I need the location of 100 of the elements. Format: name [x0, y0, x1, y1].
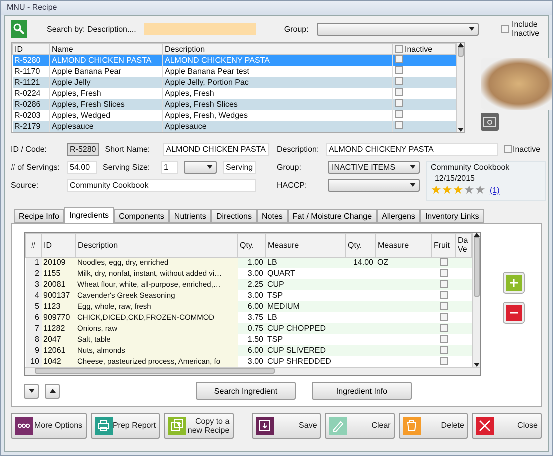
- table-cell: 909770: [42, 312, 76, 323]
- scrollbar-thumb[interactable]: [458, 47, 464, 57]
- action-button[interactable]: Clear: [325, 412, 395, 438]
- action-button[interactable]: More Options: [11, 412, 87, 438]
- tab[interactable]: Ingredients: [64, 206, 114, 222]
- column-header[interactable]: Name: [50, 44, 162, 54]
- description-label: Description:: [276, 144, 320, 154]
- servings-field[interactable]: 54.00: [67, 160, 97, 174]
- table-cell: 3: [26, 279, 42, 290]
- haccp-dropdown[interactable]: [328, 178, 420, 192]
- table-cell: QUART: [266, 268, 346, 279]
- search-ingredient-button[interactable]: Search Ingredient: [196, 382, 296, 400]
- column-header[interactable]: Description: [162, 44, 392, 54]
- serving-unit-field[interactable]: Serving: [223, 160, 256, 174]
- table-cell: 11282: [42, 323, 76, 334]
- tab[interactable]: Notes: [257, 208, 288, 222]
- description-field[interactable]: ALMOND CHICKENY PASTA: [326, 142, 498, 156]
- table-cell: 6: [26, 312, 42, 323]
- table-cell: 2: [26, 268, 42, 279]
- tab[interactable]: Allergens: [377, 208, 420, 222]
- short-name-field[interactable]: ALMOND CHICKEN PASTA: [163, 142, 269, 156]
- scrollbar[interactable]: [456, 43, 464, 132]
- caret-down-icon: [410, 183, 416, 187]
- action-button[interactable]: Prep Report: [90, 412, 160, 438]
- scrollbar[interactable]: [25, 367, 480, 375]
- table-cell: 3.00: [238, 356, 266, 367]
- fruit-checkbox[interactable]: [440, 290, 448, 298]
- scrollbar[interactable]: [472, 232, 480, 367]
- column-header[interactable]: #: [26, 233, 42, 257]
- rating-count-link[interactable]: (1): [490, 186, 500, 194]
- action-button[interactable]: Delete: [398, 412, 468, 438]
- table-cell: R-0224: [12, 88, 50, 98]
- column-header[interactable]: Measure: [376, 233, 432, 257]
- add-button[interactable]: [503, 272, 525, 294]
- table-cell: Apple Banana Pear: [50, 66, 162, 76]
- table-cell: CUP: [266, 279, 346, 290]
- recipe-row[interactable]: R-0224 Apples, Fresh Apples, Fresh: [12, 88, 456, 98]
- scrollbar-thumb[interactable]: [35, 368, 275, 374]
- tab[interactable]: Inventory Links: [420, 208, 484, 222]
- camera-button[interactable]: [481, 113, 499, 131]
- recipe-row[interactable]: R-0286 Apples, Fresh Slices Apples, Fresh Slices: [12, 98, 456, 110]
- fruit-checkbox[interactable]: [440, 324, 448, 332]
- column-header[interactable]: ID: [12, 44, 50, 54]
- caret-down-icon: [410, 165, 416, 169]
- group-dropdown[interactable]: [316, 22, 479, 36]
- trash-icon: [402, 416, 421, 434]
- table-cell: 1155: [42, 268, 76, 279]
- action-button[interactable]: Copy to a new Recipe: [164, 412, 234, 438]
- table-cell: ALMOND CHICKEN PASTA: [50, 54, 162, 66]
- column-header[interactable]: Qty.: [346, 233, 376, 257]
- caret-down-icon: [458, 128, 464, 132]
- search-button[interactable]: [11, 20, 27, 38]
- table-cell: Apple Banana Pear test: [162, 66, 392, 76]
- action-button[interactable]: Save: [252, 412, 322, 438]
- column-header[interactable]: Fruit: [432, 233, 456, 257]
- fruit-checkbox[interactable]: [440, 268, 448, 276]
- source-field[interactable]: Community Cookbook: [67, 178, 256, 192]
- tab[interactable]: Directions: [211, 208, 258, 222]
- recipe-row[interactable]: R-0203 Apples, Wedged Apples, Fresh, Wedges: [12, 110, 456, 120]
- column-header[interactable]: Da Ve: [456, 233, 472, 257]
- move-up-button[interactable]: [45, 384, 60, 398]
- move-down-button[interactable]: [24, 384, 39, 398]
- inactive-label: Inactive: [512, 144, 541, 154]
- remove-button[interactable]: [503, 302, 525, 324]
- table-cell: 9: [26, 345, 42, 356]
- table-cell: Apples, Fresh, Wedges: [162, 110, 392, 120]
- rating-date: 12/15/2015: [434, 174, 476, 182]
- serving-size-field[interactable]: 1: [161, 160, 178, 174]
- search-field[interactable]: [144, 23, 256, 35]
- column-header[interactable]: Measure: [266, 233, 346, 257]
- recipe-row[interactable]: R-2179 Applesauce Applesauce: [12, 120, 456, 132]
- recipe-row[interactable]: R-1170 Apple Banana Pear Apple Banana Pear test: [12, 66, 456, 76]
- table-cell: 20081: [42, 279, 76, 290]
- ingredient-info-button[interactable]: Ingredient Info: [312, 382, 412, 400]
- tab[interactable]: Components: [114, 208, 170, 222]
- fruit-checkbox[interactable]: [440, 346, 448, 354]
- table-cell: Apples, Fresh Slices: [50, 98, 162, 110]
- table-cell: R-0203: [12, 110, 50, 120]
- table-cell: LB: [266, 257, 346, 268]
- tab[interactable]: Fat / Moisture Change: [288, 208, 378, 222]
- short-name-label: Short Name:: [105, 144, 152, 154]
- save-icon: [256, 416, 274, 434]
- tab[interactable]: Recipe Info: [14, 208, 64, 222]
- column-header[interactable]: Description: [76, 233, 238, 257]
- fruit-checkbox[interactable]: [440, 302, 448, 310]
- recipe-row[interactable]: R-1121 Apple Jelly Apple Jelly, Portion Pac: [12, 76, 456, 88]
- checkbox[interactable]: [395, 45, 403, 53]
- group-dropdown[interactable]: INACTIVE ITEMS: [328, 160, 420, 174]
- fruit-checkbox[interactable]: [440, 356, 448, 364]
- table-cell: 900137: [42, 290, 76, 301]
- column-header[interactable]: ID: [42, 233, 76, 257]
- column-header[interactable]: Inactive: [392, 44, 456, 54]
- tab[interactable]: Nutrients: [169, 208, 212, 222]
- scrollbar-thumb[interactable]: [474, 236, 480, 296]
- fruit-checkbox[interactable]: [440, 312, 448, 320]
- action-button[interactable]: Close: [472, 412, 542, 438]
- fruit-checkbox[interactable]: [440, 280, 448, 288]
- unit-dropdown[interactable]: [184, 160, 217, 174]
- fruit-checkbox[interactable]: [440, 334, 448, 342]
- column-header[interactable]: Qty.: [238, 233, 266, 257]
